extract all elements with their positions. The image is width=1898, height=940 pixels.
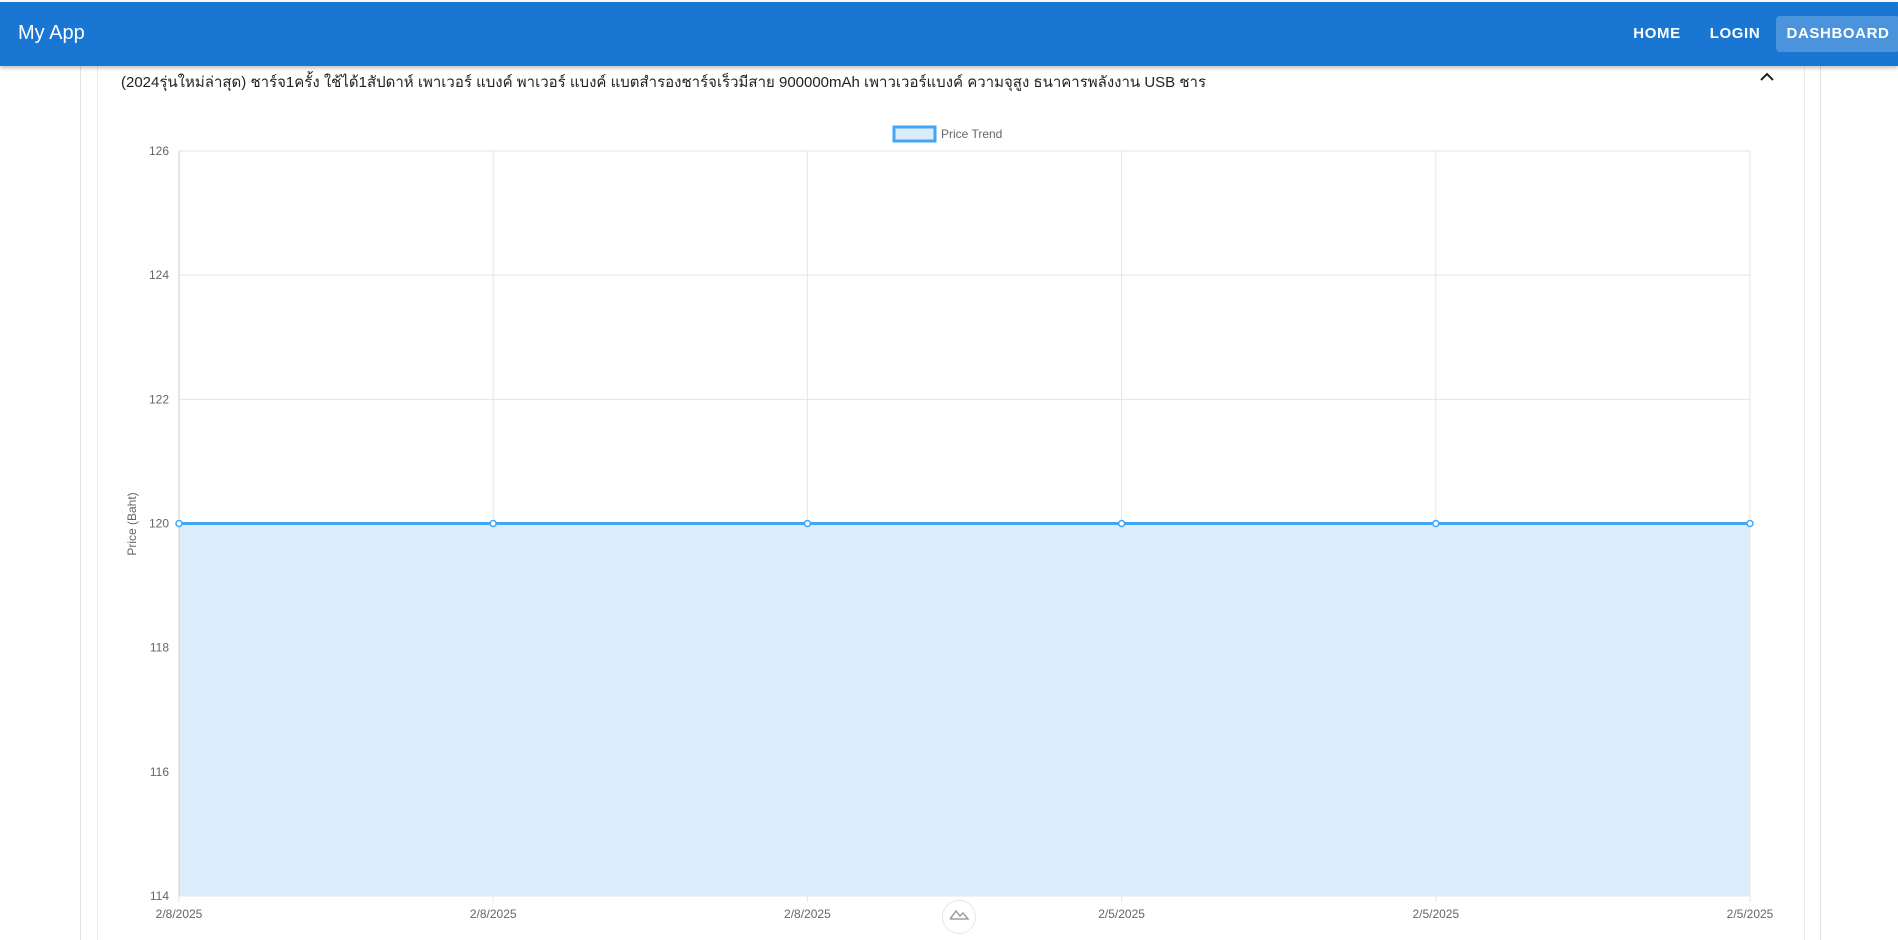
y-tick-label: 116 xyxy=(150,765,169,779)
chart-legend: Price Trend xyxy=(892,125,1002,143)
data-point xyxy=(1432,519,1440,528)
mountain-logo-icon[interactable] xyxy=(942,900,976,934)
series-area-fill xyxy=(179,523,1750,896)
y-tick-label: 120 xyxy=(149,517,169,531)
y-tick-label: 126 xyxy=(149,144,169,158)
y-tick-label: 122 xyxy=(149,392,169,406)
home-button[interactable]: HOME xyxy=(1622,16,1692,52)
chart-area-layer xyxy=(179,522,1750,896)
y-tick-label: 114 xyxy=(150,889,169,903)
data-point xyxy=(489,519,497,528)
login-button[interactable]: LOGIN xyxy=(1702,16,1768,52)
data-point xyxy=(1117,519,1126,528)
data-point xyxy=(1746,519,1754,528)
y-tick-label: 118 xyxy=(150,641,169,655)
legend-swatch xyxy=(892,125,937,143)
x-tick-label: 2/5/2025 xyxy=(1412,907,1459,921)
dashboard-button[interactable]: DASHBOARD xyxy=(1776,16,1898,52)
x-tick-label: 2/8/2025 xyxy=(784,907,831,921)
data-point xyxy=(175,519,183,528)
app-bar: My App HOME LOGIN DASHBOARD xyxy=(0,2,1898,66)
x-tick-label: 2/5/2025 xyxy=(1727,907,1774,921)
legend-label: Price Trend xyxy=(941,127,1002,141)
x-tick-label: 2/5/2025 xyxy=(1098,907,1145,921)
price-chart: 114 116 118 120 122 124 126 2/8/2025 2/8/2025 2/8… xyxy=(125,125,1774,921)
y-axis-label: Price (Baht) xyxy=(125,492,139,555)
app-title[interactable]: My App xyxy=(18,22,85,45)
x-tick-label: 2/8/2025 xyxy=(470,907,517,921)
data-point xyxy=(803,519,812,528)
y-tick-label: 124 xyxy=(149,268,169,282)
x-tick-label: 2/8/2025 xyxy=(156,907,203,921)
